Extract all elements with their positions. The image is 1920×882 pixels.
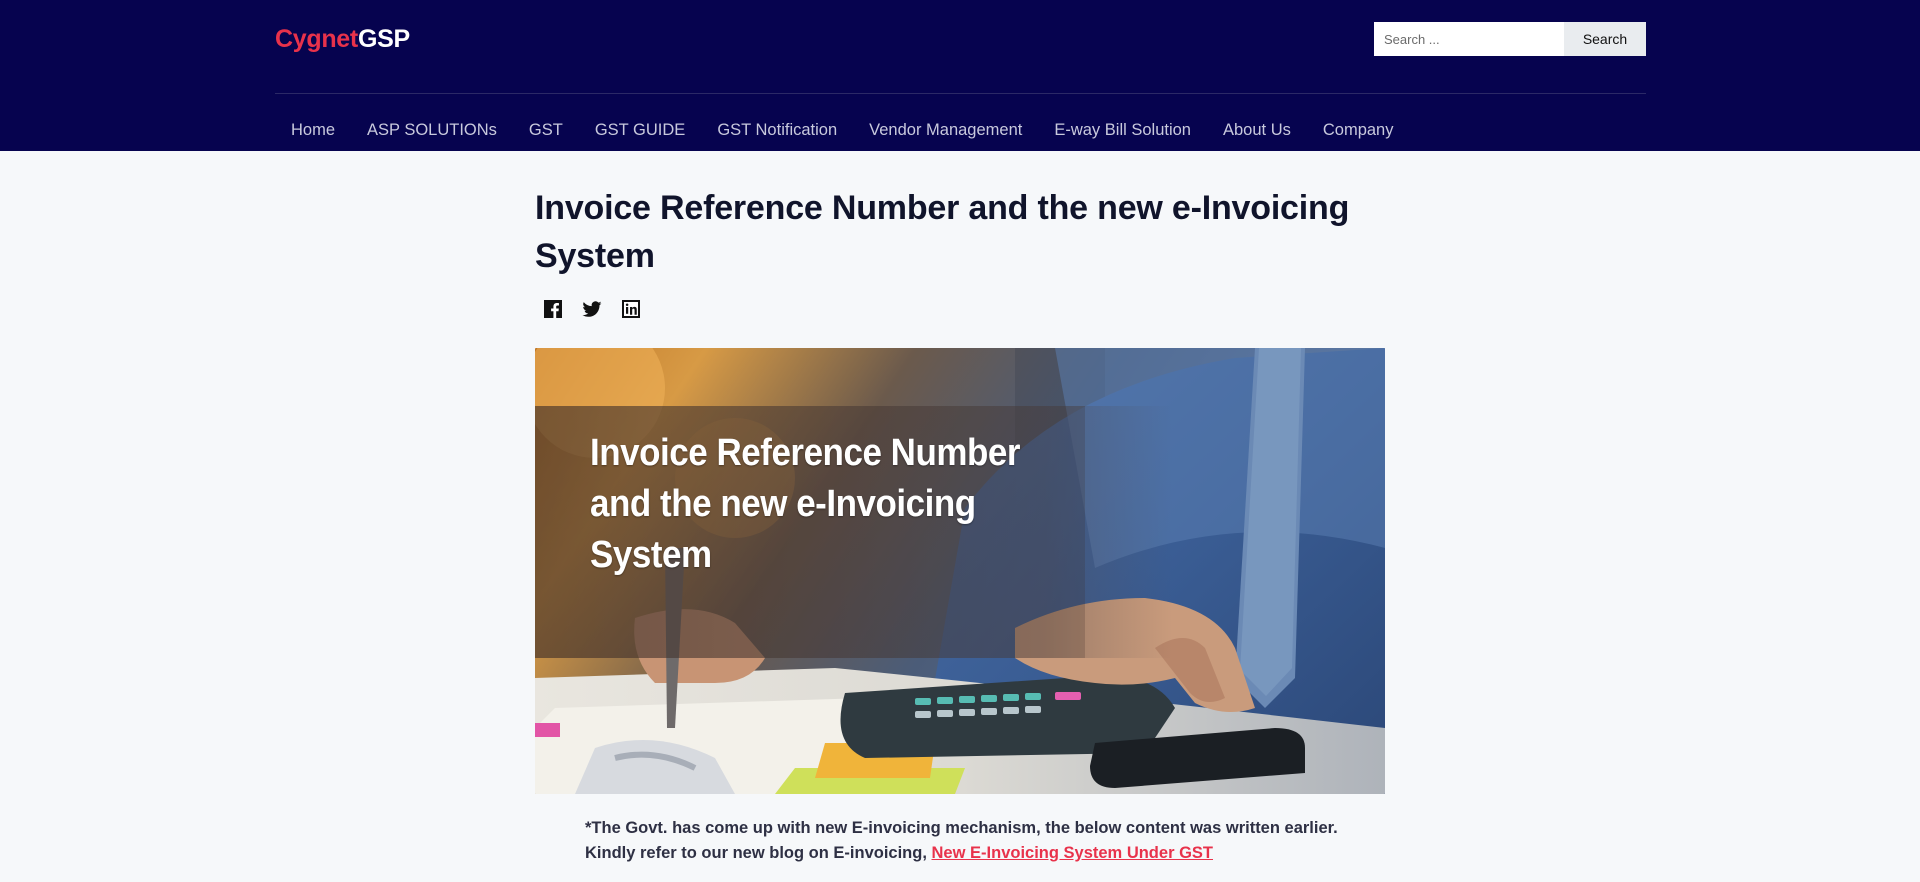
twitter-icon[interactable] xyxy=(582,299,602,319)
einvoicing-blog-link[interactable]: New E-Invoicing System Under GST xyxy=(932,844,1213,862)
search-form: Search xyxy=(1374,22,1646,56)
nav-item-gst-notification[interactable]: GST Notification xyxy=(717,121,837,140)
brand-name-part2: GSP xyxy=(357,25,410,53)
header-divider xyxy=(275,93,1646,94)
einvoicing-note: *The Govt. has come up with new E-invoic… xyxy=(585,816,1375,866)
nav-item-gst-guide[interactable]: GST GUIDE xyxy=(595,121,685,140)
brand-name-part1: Cygnet xyxy=(275,25,358,53)
search-button[interactable]: Search xyxy=(1564,22,1646,56)
social-share-bar xyxy=(543,299,641,319)
hero-caption-line: Invoice Reference Number xyxy=(590,432,1021,474)
nav-item-gst[interactable]: GST xyxy=(529,121,563,140)
nav-item-vendor-management[interactable]: Vendor Management xyxy=(869,121,1022,140)
hero-caption-line: and the new e-Invoicing xyxy=(590,483,976,525)
main-nav: Home ASP SOLUTIONs GST GST GUIDE GST Not… xyxy=(275,112,1425,148)
site-header: CygnetGSP Search Home ASP SOLUTIONs GST … xyxy=(0,0,1920,151)
linkedin-icon[interactable] xyxy=(621,299,641,319)
hero-image: Invoice Reference Number and the new e-I… xyxy=(535,348,1385,794)
nav-item-company[interactable]: Company xyxy=(1323,121,1394,140)
page-title: Invoice Reference Number and the new e-I… xyxy=(535,189,1350,275)
nav-item-asp-solutions[interactable]: ASP SOLUTIONs xyxy=(367,121,497,140)
facebook-icon[interactable] xyxy=(543,299,563,319)
nav-item-home[interactable]: Home xyxy=(291,121,335,140)
hero-caption-line: System xyxy=(590,534,712,576)
search-input[interactable] xyxy=(1374,22,1564,56)
nav-item-eway-bill-solution[interactable]: E-way Bill Solution xyxy=(1054,121,1191,140)
hero-caption: Invoice Reference Number and the new e-I… xyxy=(590,428,1020,581)
nav-item-about-us[interactable]: About Us xyxy=(1223,121,1291,140)
site-logo[interactable]: CygnetGSP xyxy=(275,25,410,54)
